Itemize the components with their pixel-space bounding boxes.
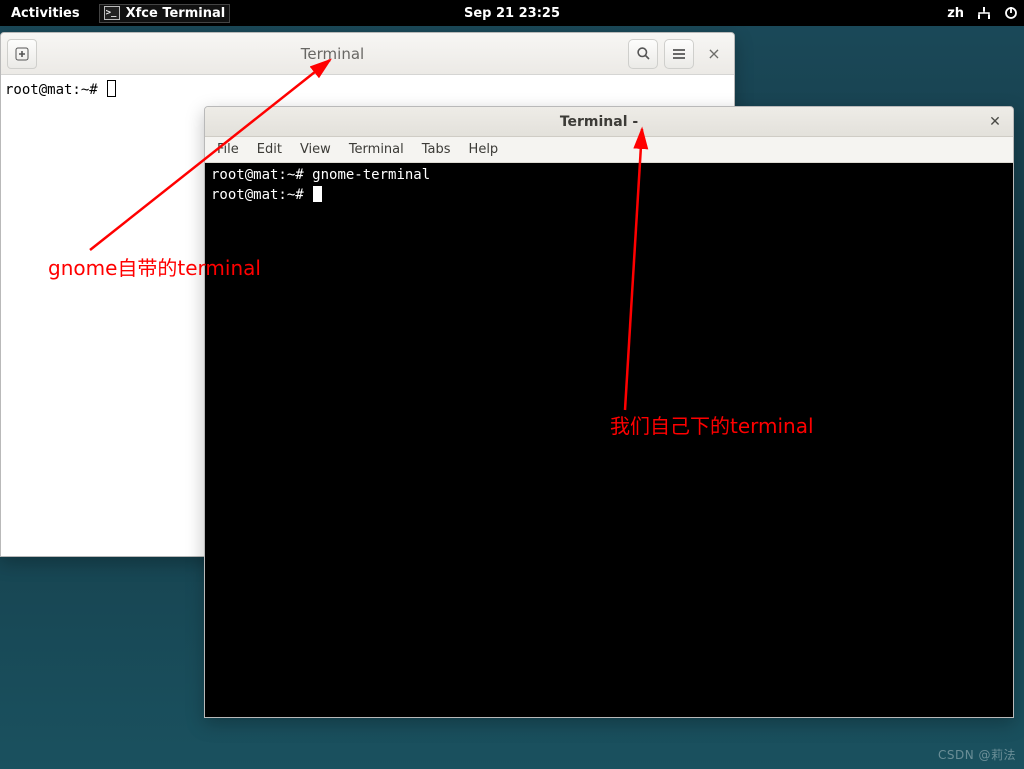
network-icon[interactable] <box>976 6 992 20</box>
watermark: CSDN @莉法 <box>938 746 1016 763</box>
window-title: Terminal <box>43 45 622 63</box>
activities-button[interactable]: Activities <box>6 5 85 22</box>
hamburger-menu-button[interactable] <box>664 39 694 69</box>
xfce-menubar: File Edit View Terminal Tabs Help <box>205 137 1013 163</box>
gnome-terminal-titlebar[interactable]: Terminal × <box>1 33 734 75</box>
terminal-icon: >_ <box>104 6 120 20</box>
xfce-terminal-window[interactable]: Terminal - ✕ File Edit View Terminal Tab… <box>204 106 1014 718</box>
close-button[interactable]: × <box>700 40 728 68</box>
menu-terminal[interactable]: Terminal <box>341 140 412 159</box>
text-cursor <box>313 186 322 202</box>
menu-help[interactable]: Help <box>461 140 507 159</box>
power-icon[interactable] <box>1004 6 1018 20</box>
search-button[interactable] <box>628 39 658 69</box>
close-button[interactable]: ✕ <box>985 112 1005 132</box>
active-app-indicator[interactable]: >_ Xfce Terminal <box>99 4 231 23</box>
menu-view[interactable]: View <box>292 140 339 159</box>
window-title: Terminal - <box>213 114 985 130</box>
menu-edit[interactable]: Edit <box>249 140 290 159</box>
prompt: root@mat:~# <box>5 82 98 98</box>
prompt: root@mat:~# <box>211 167 304 183</box>
new-tab-button[interactable] <box>7 39 37 69</box>
clock[interactable]: Sep 21 23:25 <box>464 6 560 21</box>
menu-file[interactable]: File <box>209 140 247 159</box>
xfce-terminal-body[interactable]: root@mat:~# gnome-terminal root@mat:~# <box>205 163 1013 717</box>
command-text: gnome-terminal <box>312 167 430 183</box>
active-app-name: Xfce Terminal <box>126 6 226 21</box>
xfce-titlebar[interactable]: Terminal - ✕ <box>205 107 1013 137</box>
gnome-top-panel: Activities >_ Xfce Terminal Sep 21 23:25… <box>0 0 1024 26</box>
input-method-indicator[interactable]: zh <box>947 6 964 21</box>
menu-tabs[interactable]: Tabs <box>414 140 459 159</box>
prompt: root@mat:~# <box>211 187 304 203</box>
text-cursor <box>107 80 116 97</box>
